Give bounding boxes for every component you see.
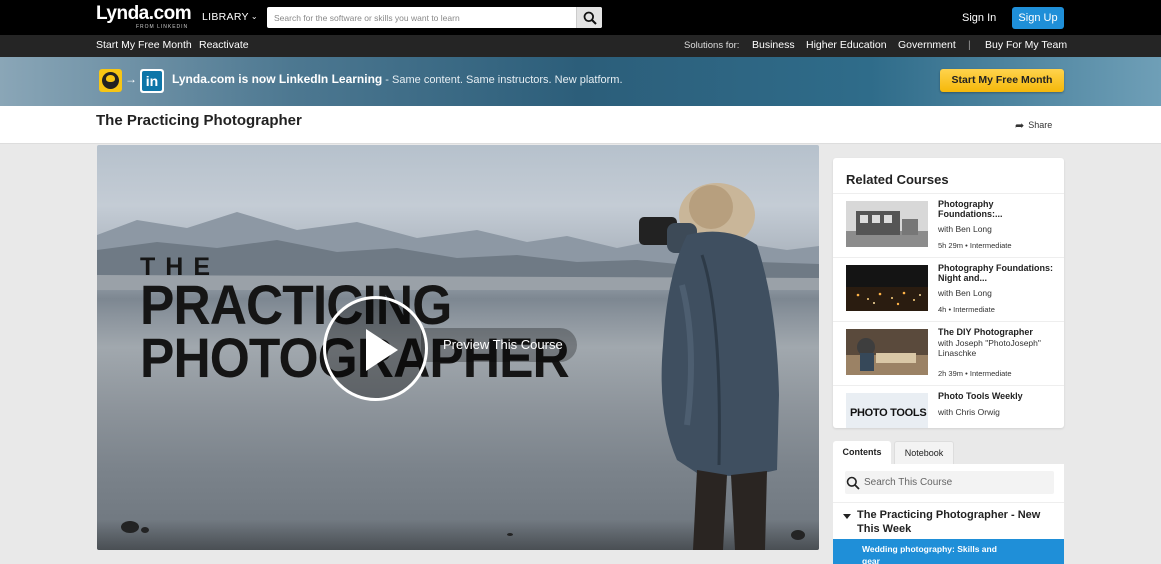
course-thumbnail: PHOTO TOOLS (846, 393, 928, 428)
chevron-down-icon: ⌄ (250, 12, 258, 21)
page-title: The Practicing Photographer (96, 112, 302, 129)
tab-contents[interactable]: Contents (833, 441, 891, 464)
logo-subtext: FROM LINKEDIN (136, 24, 189, 30)
related-course-author: with Joseph "PhotoJoseph" Linaschke (938, 338, 1041, 358)
related-course-meta: 2h 39m • Intermediate (938, 369, 1012, 378)
play-icon (366, 329, 398, 371)
play-button[interactable] (323, 296, 428, 401)
site-search (267, 7, 602, 28)
reactivate-link[interactable]: Reactivate (199, 39, 249, 51)
government-link[interactable]: Government (898, 39, 956, 51)
thumbnail-text: PHOTO TOOLS (850, 407, 927, 419)
related-course-title: Photography Foundations: Night and... (938, 263, 1053, 283)
library-menu[interactable]: LIBRARY ⌄ (202, 11, 258, 23)
solutions-label: Solutions for: (684, 40, 740, 51)
related-courses-heading: Related Courses (846, 172, 949, 187)
related-course-item[interactable]: Photography Foundations:... with Ben Lon… (833, 193, 1064, 257)
photographer-figure (639, 183, 779, 550)
related-course-meta: 4h • Intermediate (938, 305, 995, 314)
course-title-bar: The Practicing Photographer ➦ Share (0, 106, 1161, 144)
related-course-meta: 5h 29m • Intermediate (938, 241, 1012, 250)
related-course-author: with Ben Long (938, 288, 992, 298)
related-course-item[interactable]: Photography Foundations: Night and... wi… (833, 257, 1064, 321)
buy-for-team-link[interactable]: Buy For My Team (985, 39, 1067, 51)
share-label: Share (1028, 120, 1053, 130)
start-free-month-link[interactable]: Start My Free Month (96, 39, 192, 51)
related-course-item[interactable]: PHOTO TOOLS Photo Tools Weekly with Chri… (833, 385, 1064, 428)
search-icon (583, 11, 597, 25)
chapter-header[interactable]: The Practicing Photographer - New This W… (833, 502, 1064, 540)
banner-headline: Lynda.com is now LinkedIn Learning (172, 72, 383, 86)
related-course-title: Photo Tools Weekly (938, 391, 1023, 401)
search-icon (846, 476, 860, 490)
course-thumbnail (846, 265, 928, 311)
nav-divider: | (968, 39, 971, 51)
sign-in-link[interactable]: Sign In (962, 12, 996, 24)
business-link[interactable]: Business (752, 39, 795, 51)
course-video-player[interactable]: THE PRACTICING PHOTOGRAPHER Preview This… (97, 145, 819, 550)
video-item-title: Wedding photography: Skills and gear (862, 544, 997, 564)
course-contents-panel: The Practicing Photographer - New This W… (833, 464, 1064, 564)
sub-navigation: Start My Free Month Reactivate Solutions… (0, 35, 1161, 57)
caret-down-icon (843, 514, 851, 519)
tab-notebook[interactable]: Notebook (894, 441, 954, 464)
search-input[interactable] (267, 7, 575, 28)
related-course-title: Photography Foundations:... (938, 199, 1003, 219)
library-label: LIBRARY (202, 11, 249, 23)
related-course-item[interactable]: The DIY Photographer with Joseph "PhotoJ… (833, 321, 1064, 385)
active-video-item[interactable]: Wedding photography: Skills and gear (833, 539, 1064, 564)
course-thumbnail (846, 201, 928, 247)
related-courses-panel: Related Courses Photography Foundations:… (833, 158, 1064, 428)
banner-tagline: - Same content. Same instructors. New pl… (382, 74, 623, 86)
course-search-input[interactable] (864, 471, 1049, 494)
preview-course-label[interactable]: Preview This Course (421, 328, 577, 362)
course-search (845, 471, 1054, 494)
search-button[interactable] (576, 7, 602, 28)
related-course-author: with Chris Orwig (938, 407, 1000, 417)
logo-text: Lynda.com (96, 3, 192, 24)
share-icon: ➦ (1015, 120, 1025, 132)
chapter-title: The Practicing Photographer - New This W… (857, 509, 1041, 535)
start-free-month-button[interactable]: Start My Free Month (940, 69, 1064, 92)
arrow-right-icon: → (125, 72, 137, 86)
higher-education-link[interactable]: Higher Education (806, 39, 887, 51)
related-course-title: The DIY Photographer (938, 327, 1033, 337)
top-header: Lynda.com FROM LINKEDIN LIBRARY⌄ Sign In… (0, 0, 1161, 35)
linkedin-icon: in (140, 69, 164, 93)
lynda-logo-icon (99, 69, 122, 92)
related-course-author: with Ben Long (938, 224, 992, 234)
course-thumbnail (846, 329, 928, 375)
linkedin-learning-banner: → in Lynda.com is now LinkedIn Learning … (0, 57, 1161, 106)
share-button[interactable]: ➦ Share (1015, 119, 1052, 132)
sign-up-button[interactable]: Sign Up (1012, 7, 1064, 29)
banner-message: Lynda.com is now LinkedIn Learning - Sam… (172, 72, 623, 86)
lynda-logo[interactable]: Lynda.com FROM LINKEDIN (96, 3, 192, 31)
